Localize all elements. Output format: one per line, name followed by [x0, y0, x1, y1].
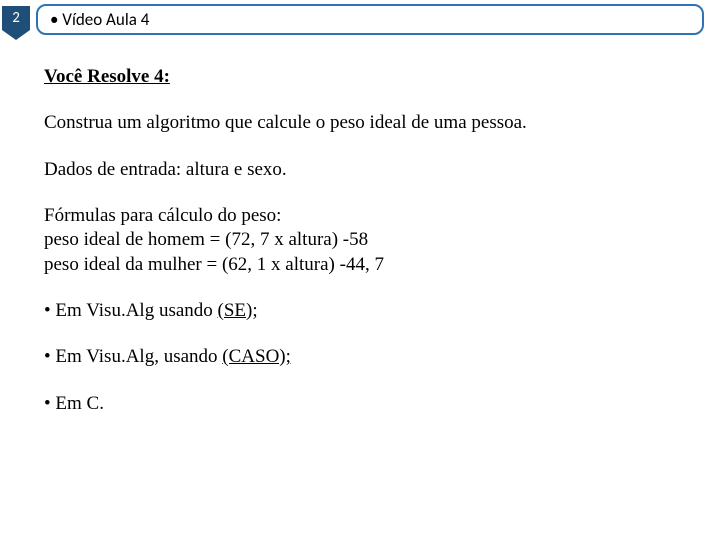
paragraph-1: Construa um algoritmo que calcule o peso… [44, 111, 720, 135]
paragraph-2: Dados de entrada: altura e sexo. [44, 158, 720, 182]
title-box: • Vídeo Aula 4 [36, 4, 704, 35]
badge-number: 2 [12, 9, 20, 27]
bullet-1-underline: (SE); [218, 300, 258, 321]
header-row: 2 • Vídeo Aula 4 [0, 0, 720, 35]
bullet-2-underline: (CASO); [222, 346, 291, 367]
title-text: • Vídeo Aula 4 [50, 9, 149, 30]
formula-heading: Fórmulas para cálculo do peso: [44, 204, 720, 228]
formula-male: peso ideal de homem = (72, 7 x altura) -… [44, 228, 720, 252]
bullet-2-prefix: • Em Visu.Alg, usando [44, 346, 222, 367]
content-area: Você Resolve 4: Construa um algoritmo qu… [0, 35, 720, 416]
formula-female: peso ideal da mulher = (62, 1 x altura) … [44, 253, 720, 277]
bullet-2: • Em Visu.Alg, usando (CASO); [44, 345, 720, 369]
step-badge: 2 [2, 6, 30, 30]
bullet-1: • Em Visu.Alg usando (SE); [44, 299, 720, 323]
bullet-3: • Em C. [44, 392, 720, 416]
formula-group: Fórmulas para cálculo do peso: peso idea… [44, 204, 720, 277]
bullet-1-prefix: • Em Visu.Alg usando [44, 300, 218, 321]
subtitle: Você Resolve 4: [44, 65, 720, 89]
